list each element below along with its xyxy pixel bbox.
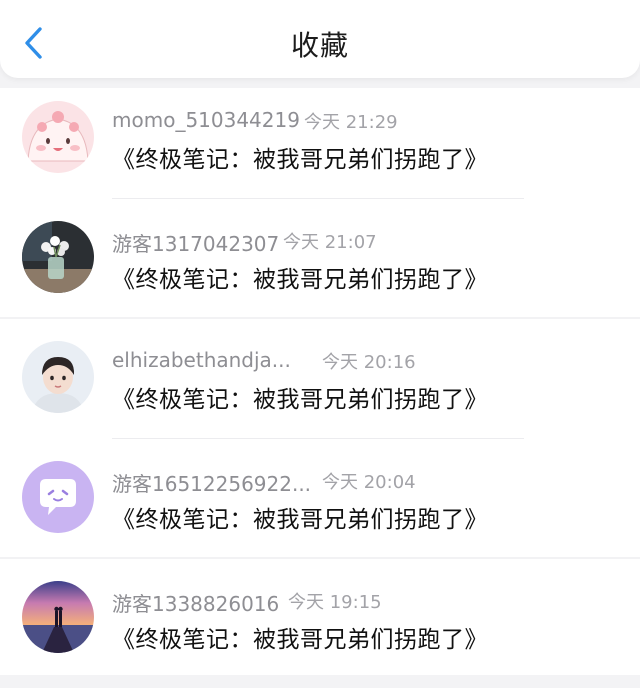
flower-vase-avatar-icon <box>22 221 94 293</box>
list-item[interactable]: elhizabethandja... 今天 20:16 《终极笔记：被我哥兄弟们… <box>0 328 640 448</box>
message-text: 《终极笔记：被我哥兄弟们拐跑了》 <box>112 147 488 173</box>
username: 游客1338826016 <box>112 592 280 616</box>
sunset-pier-avatar-icon <box>22 581 94 653</box>
username: elhizabethandja... <box>112 348 291 372</box>
list-item[interactable]: 游客16512256922... 今天 20:04 《终极笔记：被我哥兄弟们拐跑… <box>0 448 640 568</box>
list-item[interactable]: 游客1317042307 今天 21:07 《终极笔记：被我哥兄弟们拐跑了》 <box>0 208 640 328</box>
message-text: 《终极笔记：被我哥兄弟们拐跑了》 <box>112 627 488 653</box>
timestamp: 今天 19:15 <box>288 592 382 613</box>
list-item[interactable]: 游客1338826016 今天 19:15 《终极笔记：被我哥兄弟们拐跑了》 <box>0 568 640 688</box>
avatar[interactable] <box>22 341 94 413</box>
timestamp: 今天 20:04 <box>322 472 416 493</box>
timestamp: 今天 21:29 <box>304 112 398 133</box>
username: 游客1317042307 <box>112 232 280 256</box>
timestamp: 今天 21:07 <box>283 232 377 253</box>
message-text: 《终极笔记：被我哥兄弟们拐跑了》 <box>112 267 488 293</box>
divider <box>0 557 640 559</box>
avatar[interactable] <box>22 221 94 293</box>
timestamp: 今天 20:16 <box>322 352 416 373</box>
divider <box>112 198 524 199</box>
avatar[interactable] <box>22 461 94 533</box>
favorites-list: momo_510344219 今天 21:29 《终极笔记：被我哥兄弟们拐跑了》… <box>0 88 640 675</box>
person-photo-avatar-icon <box>22 341 94 413</box>
top-bar: 收藏 <box>0 0 640 78</box>
purple-chat-bubble-avatar-icon <box>22 461 94 533</box>
username: momo_510344219 <box>112 108 300 132</box>
avatar[interactable] <box>22 101 94 173</box>
divider <box>0 317 640 319</box>
message-text: 《终极笔记：被我哥兄弟们拐跑了》 <box>112 387 488 413</box>
username: 游客16512256922... <box>112 472 312 496</box>
page-title: 收藏 <box>290 29 349 62</box>
pink-cartoon-avatar-icon <box>22 101 94 173</box>
divider <box>112 438 524 439</box>
list-item[interactable]: momo_510344219 今天 21:29 《终极笔记：被我哥兄弟们拐跑了》 <box>0 88 640 208</box>
avatar[interactable] <box>22 581 94 653</box>
message-text: 《终极笔记：被我哥兄弟们拐跑了》 <box>112 507 488 533</box>
